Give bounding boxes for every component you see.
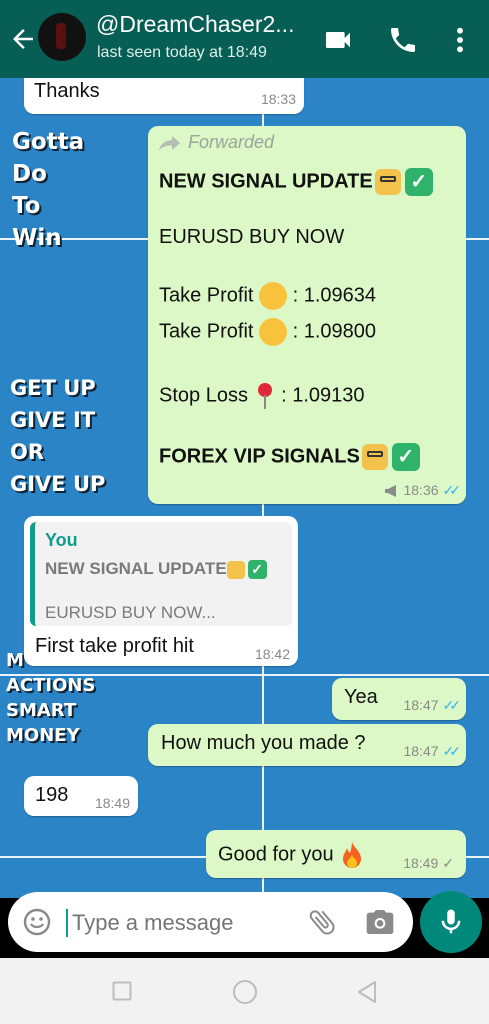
message-time: 18:49 <box>94 795 130 811</box>
teacher-emoji-icon <box>226 560 245 579</box>
text-cursor <box>66 909 68 937</box>
message-incoming[interactable]: Thanks 18:33 <box>24 74 304 114</box>
take-profit-1: Take Profit : 1.09634 <box>159 282 376 310</box>
forwarded-label: Forwarded <box>158 132 274 153</box>
sent-tick-icon: ✓ <box>442 855 454 871</box>
recents-icon[interactable] <box>112 981 132 1001</box>
message-incoming[interactable]: 198 18:49 <box>24 776 138 816</box>
quote-title: NEW SIGNAL UPDATE ✓ <box>45 559 267 580</box>
quoted-message[interactable]: You NEW SIGNAL UPDATE ✓ EURUSD BUY NOW... <box>30 522 292 626</box>
message-text: Good for you <box>218 841 365 869</box>
message-outgoing-forwarded[interactable]: Forwarded NEW SIGNAL UPDATE ✓ EURUSD BUY … <box>148 126 466 504</box>
message-incoming-reply[interactable]: You NEW SIGNAL UPDATE ✓ EURUSD BUY NOW...… <box>24 516 298 666</box>
phone-icon[interactable] <box>387 24 419 56</box>
signal-footer: FOREX VIP SIGNALS ✓ <box>159 443 420 471</box>
whatsapp-chat-screen: @DreamChaser2... last seen today at 18:4… <box>0 0 489 1024</box>
read-ticks-icon: ✓✓ <box>442 697 462 713</box>
teacher-emoji-icon <box>361 444 388 470</box>
message-time-meta: 18:47 ✓✓ <box>403 697 462 713</box>
message-text: Thanks <box>34 80 100 102</box>
message-input[interactable] <box>70 904 294 942</box>
pin-icon <box>257 383 272 409</box>
emoji-icon[interactable] <box>22 907 52 937</box>
wallpaper-text-gotta-do-to-win: Gotta Do To Win <box>12 129 85 251</box>
home-icon[interactable] <box>232 979 258 1005</box>
message-time-meta: 18:47 ✓✓ <box>403 743 462 759</box>
video-call-icon[interactable] <box>322 24 354 56</box>
message-composer <box>8 892 413 952</box>
read-ticks-icon: ✓✓ <box>442 482 462 498</box>
back-nav-icon[interactable] <box>356 980 378 1004</box>
message-time-meta: 18:49 ✓ <box>403 855 454 871</box>
megaphone-icon <box>385 485 397 498</box>
read-ticks-icon: ✓✓ <box>442 743 462 759</box>
fire-icon <box>343 842 362 868</box>
more-vert-icon[interactable] <box>444 24 476 56</box>
quote-line: EURUSD BUY NOW... <box>45 603 216 622</box>
message-text: 198 <box>35 784 69 806</box>
signal-title: NEW SIGNAL UPDATE ✓ <box>159 168 433 196</box>
paperclip-icon[interactable] <box>306 906 338 938</box>
check-mark-icon: ✓ <box>391 443 420 471</box>
forward-icon <box>159 136 180 152</box>
wallpaper-text-get-up: GET UP GIVE IT OR GIVE UP <box>10 376 106 496</box>
mic-icon <box>441 909 461 934</box>
quote-author: You <box>45 530 78 550</box>
check-mark-icon: ✓ <box>247 560 267 580</box>
message-text: Yea <box>344 686 378 708</box>
message-time-meta: 18:36 ✓✓ <box>384 482 462 499</box>
stop-loss: Stop Loss : 1.09130 <box>159 381 365 411</box>
message-outgoing[interactable]: Good for you 18:49 ✓ <box>206 830 466 878</box>
mic-button[interactable] <box>420 891 482 953</box>
android-nav-bar <box>0 958 489 1024</box>
message-text: How much you made ? <box>161 732 366 754</box>
camera-icon[interactable] <box>364 906 396 938</box>
message-time: 18:42 <box>254 646 290 662</box>
message-time: 18:33 <box>260 91 296 107</box>
teacher-emoji-icon <box>374 169 401 195</box>
signal-pair: EURUSD BUY NOW <box>159 226 345 248</box>
message-outgoing[interactable]: How much you made ? 18:47 ✓✓ <box>148 724 466 766</box>
take-profit-2: Take Profit : 1.09800 <box>159 318 376 346</box>
back-arrow-icon[interactable] <box>8 24 38 54</box>
hugging-face-icon <box>259 318 288 346</box>
message-outgoing[interactable]: Yea 18:47 ✓✓ <box>332 678 466 720</box>
avatar[interactable] <box>38 13 86 61</box>
check-mark-icon: ✓ <box>404 168 433 196</box>
hugging-face-icon <box>259 282 288 310</box>
last-seen-status: last seen today at 18:49 <box>97 44 267 61</box>
contact-name[interactable]: @DreamChaser2... <box>96 11 316 38</box>
chat-header: @DreamChaser2... last seen today at 18:4… <box>0 0 489 78</box>
message-text: First take profit hit <box>35 635 194 657</box>
